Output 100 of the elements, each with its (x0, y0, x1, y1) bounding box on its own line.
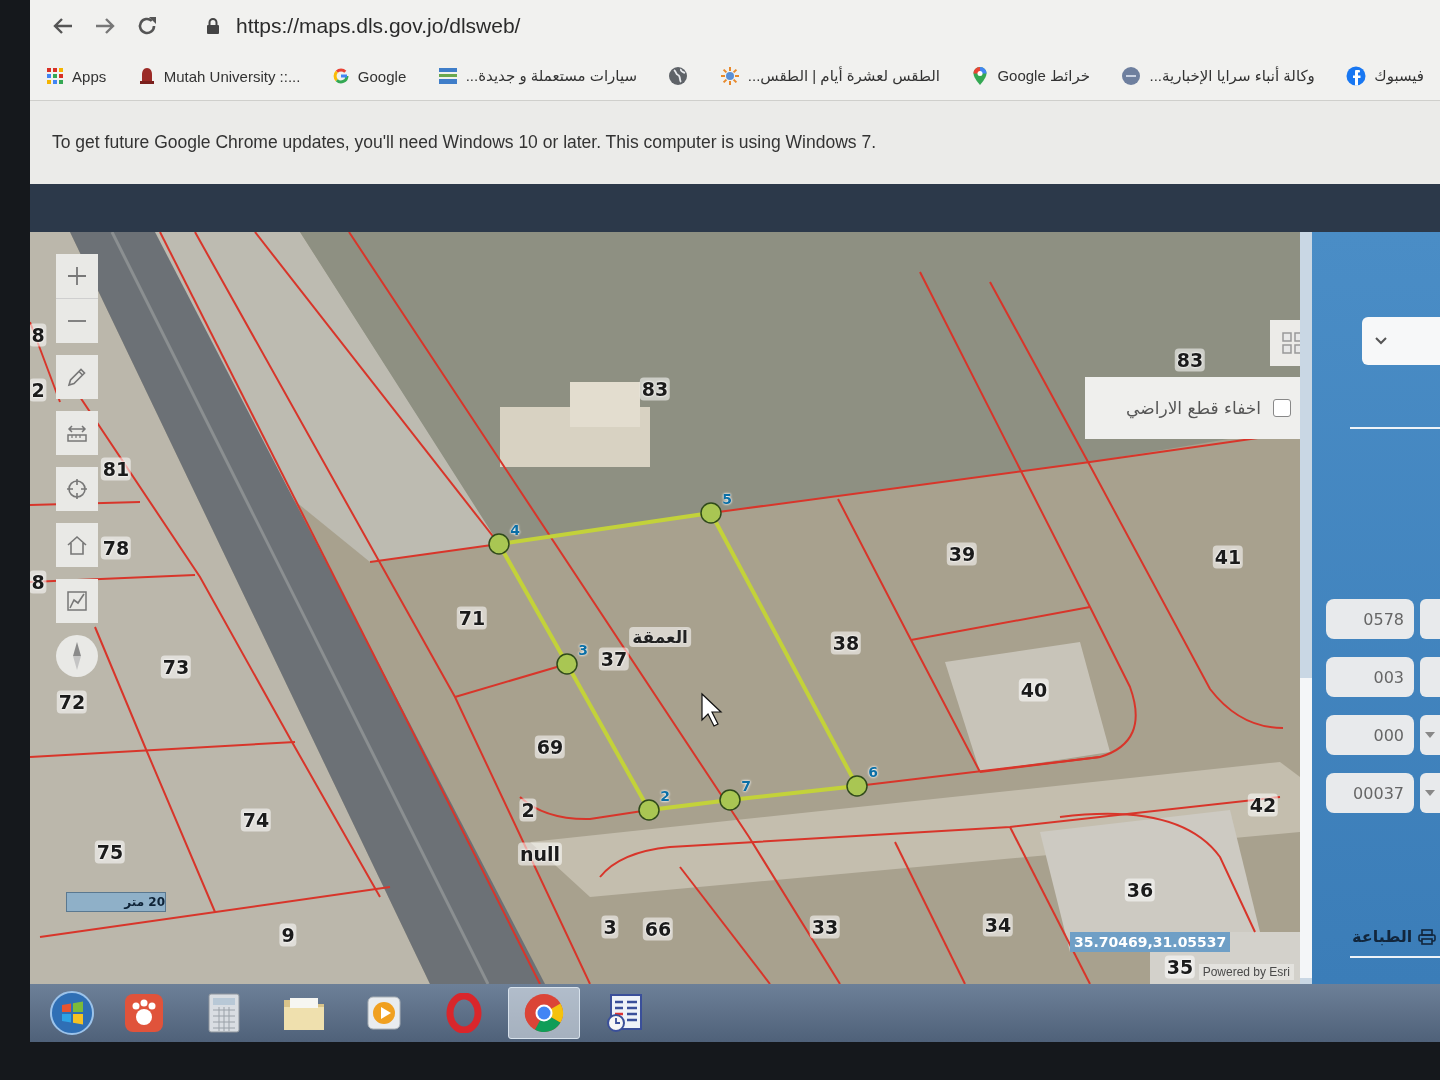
pencil-icon (66, 366, 88, 388)
round-site-icon (1121, 66, 1142, 86)
lock-icon (206, 17, 220, 35)
parcel-number: 37 (598, 647, 630, 671)
info-message: To get future Google Chrome updates, you'll need Windows 10 or later. This computer is using Windows 7. (52, 132, 876, 153)
parcel-number: 2 (519, 798, 537, 822)
plus-icon (66, 265, 88, 287)
parcel-number: 78 (100, 536, 132, 560)
scrollbar-thumb[interactable] (1300, 678, 1312, 978)
parcel-number: 72 (56, 690, 88, 714)
print-link[interactable]: الطباعة (1352, 927, 1440, 946)
coordinates-readout: 35.70469,31.05537 (1070, 932, 1231, 952)
bookmark-link[interactable]: Google (331, 67, 407, 85)
checkbox-label: اخفاء قطع الاراضي (1126, 398, 1261, 418)
apps-grid-icon (46, 67, 65, 85)
input-field[interactable]: 0578 (1326, 599, 1414, 639)
parcel-number: 42 (1247, 793, 1279, 817)
parcel-number: 38 (830, 631, 862, 655)
parcel-number: 35 (1164, 955, 1196, 979)
chevron-down-icon (1374, 336, 1388, 346)
parcel-number: 71 (456, 606, 488, 630)
address-field[interactable]: https://maps.dls.gov.jo/dlsweb/ (200, 10, 527, 42)
home-button[interactable] (56, 523, 98, 567)
line-chart-icon (66, 590, 88, 612)
input-field[interactable]: 00037 (1326, 773, 1414, 813)
caret-down-icon (1425, 790, 1435, 796)
parcel-number: null (517, 842, 563, 866)
bookmark-link[interactable]: سيارات مستعملة و جديدة... (437, 67, 637, 85)
dropdown-field[interactable] (1362, 317, 1440, 365)
printer-icon (1418, 928, 1437, 945)
locate-button[interactable] (56, 467, 98, 511)
calendar-clock-icon (605, 993, 643, 1033)
bookmark-link[interactable]: الطقس لعشرة أيام | الطقس... (719, 66, 940, 86)
sun-icon (719, 66, 740, 86)
home-icon (66, 534, 88, 556)
vertex-dot-icon[interactable] (719, 789, 741, 811)
vertex-dot-icon[interactable] (700, 502, 722, 524)
parcel-number: 81 (100, 457, 132, 481)
vertex-number: 7 (741, 779, 751, 793)
bookmark-link[interactable]: Apps (46, 67, 107, 85)
parcel-number: 83 (639, 377, 671, 401)
vertex-dot-icon[interactable] (638, 799, 660, 821)
measure-button[interactable] (56, 411, 98, 455)
dropdown-button[interactable] (1420, 715, 1440, 755)
reload-icon (136, 15, 158, 37)
dropdown-button[interactable] (1420, 773, 1440, 813)
bookmark-link[interactable]: فيسبوك (1346, 66, 1424, 86)
parcel-number: 66 (642, 917, 674, 941)
scrollbar-track[interactable] (1300, 232, 1312, 984)
minus-icon (66, 319, 88, 323)
globe-icon (668, 66, 689, 86)
checkbox[interactable] (1273, 399, 1291, 417)
vertex-dot-icon[interactable] (488, 533, 510, 555)
vertex-number: 6 (868, 765, 878, 779)
area-tool-button[interactable] (56, 579, 98, 623)
parcel-number: 34 (982, 913, 1014, 937)
parcel-number: 83 (1174, 348, 1206, 372)
vertex-dot-icon[interactable] (846, 775, 868, 797)
input-field[interactable]: 000 (1326, 715, 1414, 755)
parcel-number: 40 (1018, 678, 1050, 702)
parcel-number: 39 (946, 542, 978, 566)
parcel-number: 69 (534, 735, 566, 759)
striped-site-icon (437, 67, 458, 85)
parcel-number: 33 (809, 915, 841, 939)
g-logo-icon (331, 67, 350, 85)
bookmark-link[interactable]: وكالة أنباء سرايا الإخبارية... (1121, 66, 1315, 86)
vertex-number: 5 (722, 492, 732, 506)
reload-button[interactable] (136, 15, 158, 37)
ring-logo-icon (446, 993, 482, 1033)
village-name: العمقة (629, 627, 691, 647)
caret-down-icon (1425, 732, 1435, 738)
crosshair-icon (66, 478, 88, 500)
parcel-number: 2 (30, 378, 47, 402)
bookmark-link[interactable]: خرائط Google (971, 66, 1091, 86)
facebook-icon (1346, 66, 1367, 86)
parcel-number: 74 (240, 808, 272, 832)
bookmark-link[interactable]: Mutah University ::... (137, 67, 301, 85)
parcel-number: 75 (94, 840, 126, 864)
draw-button[interactable] (56, 355, 98, 399)
bell-crest-icon (137, 67, 156, 85)
parcel-number: 8 (30, 323, 47, 347)
bookmark-link[interactable] (668, 66, 689, 86)
parcel-number: 8 (30, 570, 47, 594)
start-orb-icon (50, 991, 94, 1035)
vertex-dot-icon[interactable] (556, 653, 578, 675)
grid-icon (1281, 331, 1300, 355)
taskbar-button[interactable] (508, 987, 580, 1039)
browser-logo-icon (524, 993, 564, 1033)
map-attribution: Powered by Esri (1198, 964, 1294, 980)
vertex-number: 4 (510, 523, 520, 537)
ruler-arrows-icon (66, 422, 88, 444)
mouse-pointer-icon (701, 692, 723, 727)
vertex-number: 3 (578, 643, 588, 657)
input-field[interactable]: 003 (1326, 657, 1414, 697)
calculator-icon (208, 993, 240, 1033)
start-button[interactable] (50, 991, 94, 1035)
zoom-in-button[interactable] (56, 254, 98, 298)
scale-bar: 20 متر (66, 892, 166, 912)
vertex-number: 2 (660, 789, 670, 803)
parcel-number: 3 (601, 915, 619, 939)
